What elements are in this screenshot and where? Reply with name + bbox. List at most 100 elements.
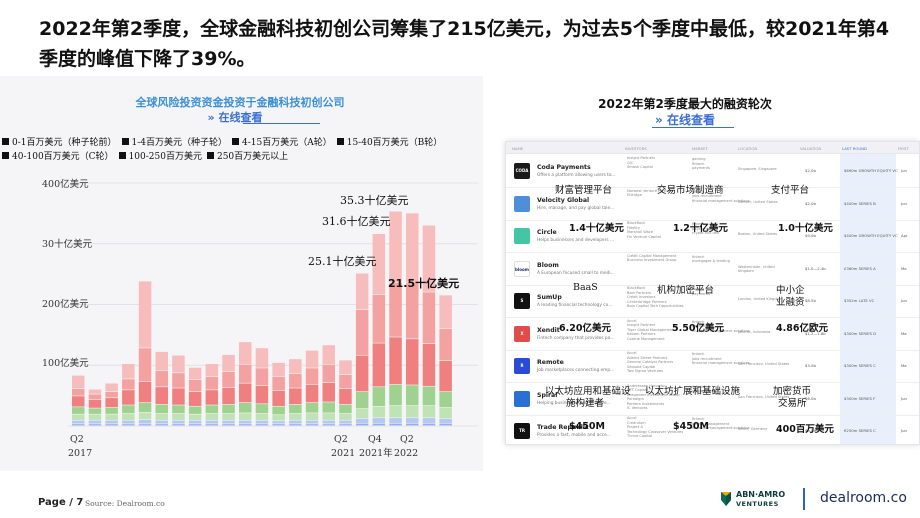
bar-segment (222, 424, 235, 426)
company-name[interactable]: Circle (537, 229, 557, 236)
bar-segment (339, 374, 352, 389)
bar-segment (88, 420, 102, 424)
company-description: A leading financial technology co... (537, 303, 613, 308)
bar-segment (422, 418, 436, 423)
company-name[interactable]: Xendit (537, 327, 560, 334)
bar-segment (272, 415, 285, 421)
bar-segment (322, 402, 335, 413)
bar-segment (205, 424, 219, 426)
bar-segment (305, 402, 319, 413)
bar-segment (155, 413, 168, 420)
round-date: Jun (901, 168, 907, 173)
legend-swatch (206, 152, 214, 159)
bar-segment (289, 359, 302, 374)
legend-label: 100-250百万美元 (128, 152, 202, 162)
legend-swatch (232, 138, 239, 145)
table-header-cell[interactable]: MARKET (692, 146, 708, 151)
bar-segment (188, 420, 202, 424)
bar-segment (322, 382, 335, 402)
y-tick-label: 30十亿美元 (42, 238, 93, 250)
company-name[interactable]: Coda Payments (537, 164, 591, 171)
bar-segment (389, 405, 402, 418)
company-valuation: $2.0b (805, 168, 816, 173)
bar-segment (239, 420, 252, 424)
company-logo-icon (514, 390, 530, 407)
bar-segment (339, 360, 352, 375)
bar-segment (389, 418, 402, 423)
bar-segment (239, 364, 252, 383)
table-row[interactable]: bloom Bloom A European focused small to me… (506, 252, 919, 286)
bar-segment (222, 354, 235, 372)
last-round: €250m SERIES C (844, 428, 876, 433)
overlay-value: $450M (569, 421, 605, 432)
legend-swatch (2, 152, 9, 159)
bar-segment (372, 423, 386, 426)
bar-segment (172, 413, 185, 420)
last-round: $300m SERIES C (844, 363, 876, 368)
round-date: Apr (901, 233, 908, 238)
company-name[interactable]: SumUp (537, 294, 562, 301)
company-logo-icon: X (514, 325, 530, 342)
bar-segment (322, 364, 335, 383)
legend-item: 1-4百万美元（种子轮） (121, 136, 227, 150)
bar-segment (88, 389, 102, 394)
abn-amro-ventures-logo: ABN·AMRO VENTURES (720, 489, 792, 511)
bar-segment (105, 398, 118, 408)
bar-segment (172, 420, 185, 424)
investor-list: Accel Adams Street Partners General Cataly… (627, 351, 673, 374)
table-row[interactable]: R Remote Job marketplaces connecting emp..… (506, 349, 919, 383)
bar-segment (322, 413, 335, 420)
bar-segment (138, 348, 152, 382)
bar-segment (355, 418, 369, 423)
investor-list: BlackRock Fidelity Marshall Wace Fin Ventur… (627, 221, 661, 239)
chart-link-underline (243, 123, 320, 124)
bar-segment (239, 413, 252, 420)
bar-segment (255, 420, 269, 424)
market-tags: gaming fintech payments (692, 157, 710, 171)
table-header-cell[interactable]: VALUATION (800, 146, 821, 151)
y-tick-label: 100亿美元 (42, 357, 89, 369)
table-header-cell[interactable]: NAME (512, 146, 523, 151)
overlay-label: 以太坊扩展和基础设施 (645, 386, 741, 397)
bar-segment (72, 424, 85, 426)
bar-segment (439, 328, 452, 361)
bar-segment (205, 405, 219, 414)
bar-segment (122, 420, 135, 424)
bar-segment (122, 424, 135, 426)
bar-segment (72, 407, 85, 414)
overlay-value: $450M (673, 421, 709, 432)
round-date: Jun (901, 395, 907, 401)
investor-name: Coatue Management (627, 336, 665, 341)
bar-segment (305, 350, 319, 368)
table-header-cell[interactable]: INVESTORS (625, 146, 647, 151)
table-header-cell[interactable]: FIRST (898, 146, 909, 151)
bar-segment (239, 424, 252, 426)
company-description: Provides a fast, mobile and acce... (537, 433, 611, 438)
bar-segment (222, 387, 235, 405)
table-header-cell[interactable]: LOCATION (738, 146, 757, 151)
legend-swatch (118, 152, 126, 159)
bar-segment (372, 343, 386, 387)
bar-segment (222, 420, 235, 424)
legend-item: 40-100百万美元（C轮） (2, 150, 114, 164)
market-tags: fintech mortgages & lending (692, 255, 730, 264)
bar-segment (105, 383, 118, 392)
table-header-cell[interactable]: LAST ROUND (842, 146, 867, 151)
investor-name: Smash Capital (627, 165, 653, 170)
bar-segment (72, 388, 85, 396)
company-name[interactable]: Bloom (537, 262, 559, 269)
x-tick-label: 2017 (68, 448, 92, 459)
overlay-value: 1.2十亿美元 (673, 223, 728, 234)
headline: 2022年第2季度，全球金融科技初创公司筹集了215亿美元，为过去5个季度中最低… (39, 18, 890, 70)
legend-label: 15-40百万美元（B轮） (346, 138, 443, 148)
bar-segment (122, 405, 135, 414)
legend-label: 250百万美元以上 (216, 152, 289, 162)
overlay-value: 5.50亿美元 (672, 323, 724, 334)
bar-segment (439, 391, 452, 408)
bar-segment (439, 295, 452, 329)
round-date: Ma (901, 330, 907, 336)
bar-segment (205, 413, 219, 420)
company-name[interactable]: Velocity Global (537, 197, 589, 204)
table-view-online-link[interactable]: » 在线查看 (605, 111, 765, 128)
company-name[interactable]: Remote (537, 359, 564, 366)
